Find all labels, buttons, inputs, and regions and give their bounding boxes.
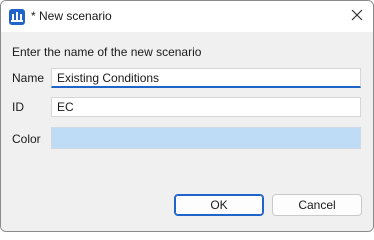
close-icon [351, 9, 363, 24]
name-label: Name [12, 71, 45, 85]
title-bar: * New scenario [1, 1, 373, 32]
ok-button[interactable]: OK [174, 194, 264, 216]
id-input[interactable]: EC [51, 97, 361, 117]
color-label: Color [12, 132, 41, 146]
window-title: * New scenario [31, 9, 112, 23]
name-input[interactable]: Existing Conditions [51, 68, 361, 88]
app-logo-icon [9, 9, 25, 25]
prompt-text: Enter the name of the new scenario [12, 45, 202, 59]
id-label: ID [12, 100, 24, 114]
cancel-button[interactable]: Cancel [272, 194, 362, 216]
color-picker[interactable] [51, 127, 361, 149]
close-button[interactable] [341, 1, 373, 32]
dialog-body: Enter the name of the new scenario Name … [1, 32, 373, 231]
new-scenario-dialog: * New scenario Enter the name of the new… [0, 0, 374, 232]
